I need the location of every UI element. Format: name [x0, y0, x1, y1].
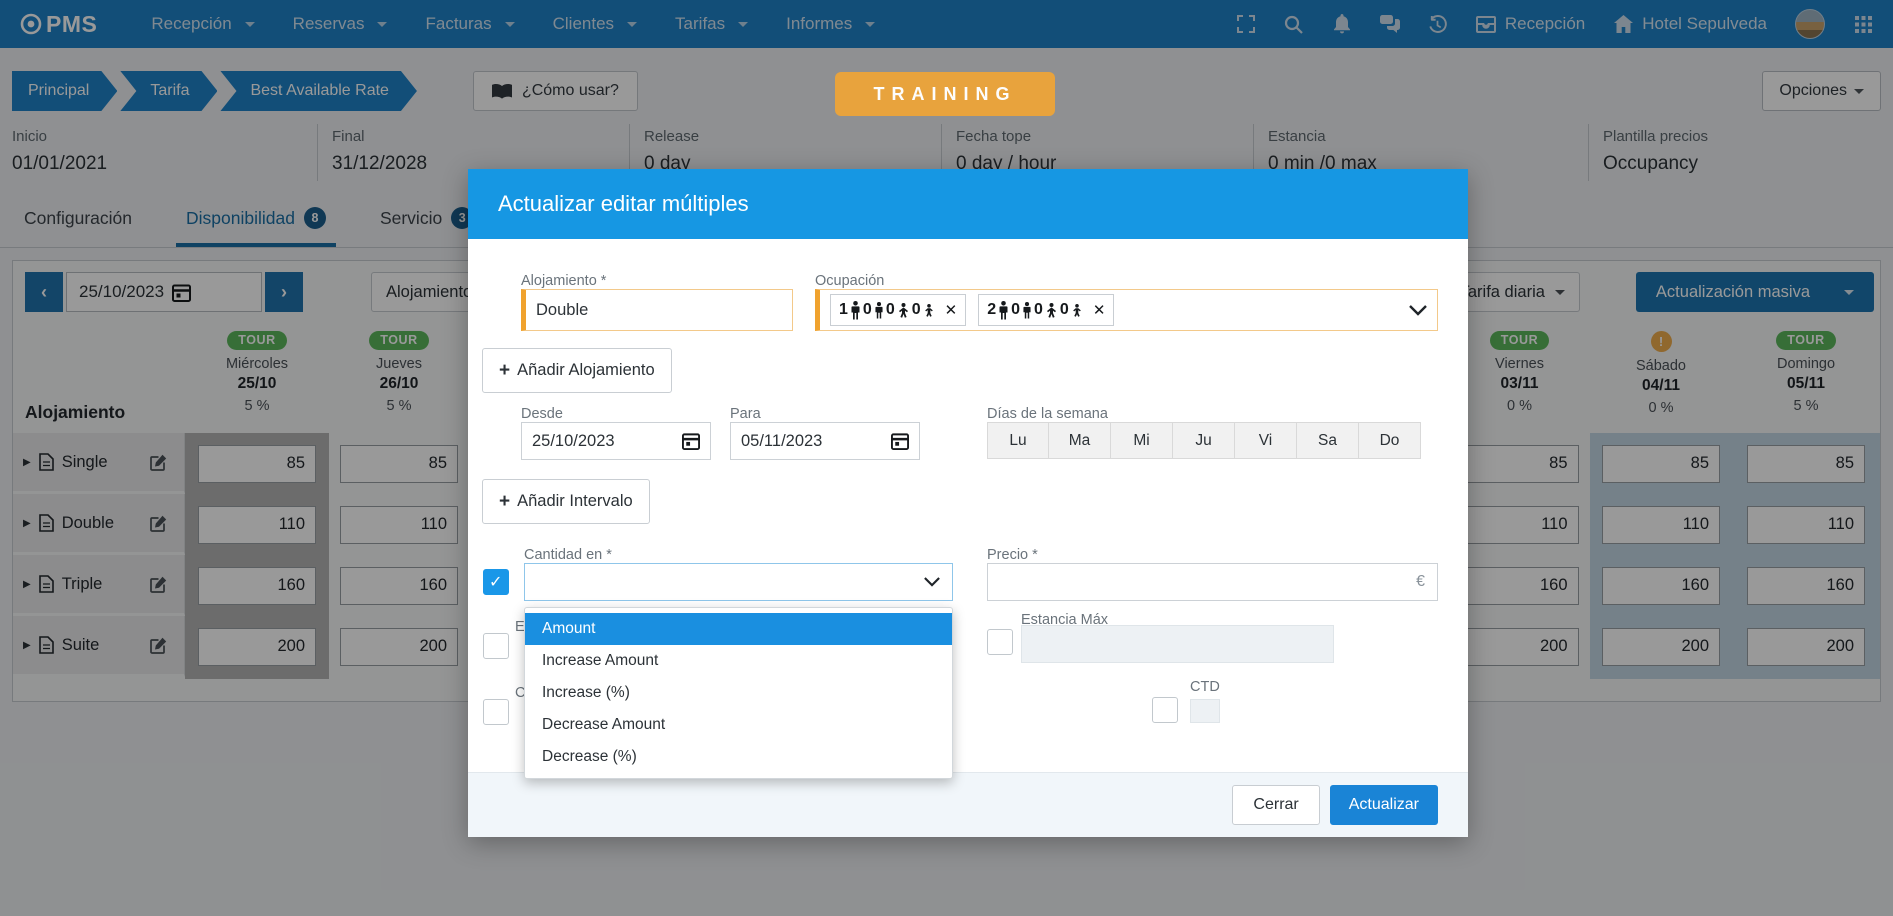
weekday-do[interactable]: Do: [1359, 422, 1421, 459]
option-increase-amount[interactable]: Increase Amount: [525, 645, 952, 677]
estancia-row-checkbox[interactable]: [483, 633, 509, 659]
estancia-max-checkbox[interactable]: [987, 629, 1013, 655]
infant-icon: [924, 304, 934, 317]
adult-small-icon: [1023, 302, 1031, 319]
calendar-icon: [891, 432, 909, 450]
precio-input[interactable]: €: [987, 563, 1438, 601]
precio-label: Precio *: [987, 547, 1038, 563]
bulk-edit-modal: Actualizar editar múltiples Alojamiento …: [468, 169, 1468, 837]
cta-row-checkbox[interactable]: [483, 699, 509, 725]
occupancy-token[interactable]: 1 0 0 0: [830, 294, 966, 326]
adult-icon: [851, 301, 860, 320]
ctd-checkbox[interactable]: [1152, 697, 1178, 723]
modal-header: Actualizar editar múltiples: [468, 169, 1468, 239]
add-intervalo-button[interactable]: + Añadir Intervalo: [482, 479, 650, 524]
chevron-down-icon: [924, 577, 940, 587]
weekday-vi[interactable]: Vi: [1235, 422, 1297, 459]
desde-label: Desde: [521, 406, 563, 422]
infant-icon: [1072, 304, 1082, 317]
option-amount[interactable]: Amount: [525, 613, 952, 645]
occupancy-token[interactable]: 2 0 0 0: [978, 294, 1114, 326]
euro-suffix: €: [1416, 573, 1425, 591]
ctd-label: CTD: [1190, 679, 1220, 695]
desde-date-input[interactable]: 25/10/2023: [521, 422, 711, 460]
weekday-buttons: Lu Ma Mi Ju Vi Sa Do: [987, 422, 1421, 459]
weekday-ju[interactable]: Ju: [1173, 422, 1235, 459]
actualizar-button[interactable]: Actualizar: [1330, 785, 1438, 825]
cantidad-en-dropdown-menu: Amount Increase Amount Increase (%) Decr…: [524, 607, 953, 779]
app-root: PMS Recepción Reservas Facturas Clientes…: [0, 0, 1893, 916]
alojamiento-label: Alojamiento *: [521, 273, 606, 289]
para-date-input[interactable]: 05/11/2023: [730, 422, 920, 460]
estancia-max-input[interactable]: [1021, 625, 1334, 663]
dias-semana-label: Días de la semana: [987, 406, 1108, 422]
child-icon: [1046, 303, 1057, 318]
adult-small-icon: [875, 302, 883, 319]
cantidad-en-label: Cantidad en *: [524, 547, 612, 563]
child-icon: [898, 303, 909, 318]
cerrar-button[interactable]: Cerrar: [1232, 785, 1319, 825]
option-decrease-percent[interactable]: Decrease (%): [525, 741, 952, 773]
remove-token-icon[interactable]: [1093, 301, 1106, 319]
weekday-lu[interactable]: Lu: [987, 422, 1049, 459]
para-label: Para: [730, 406, 761, 422]
alojamiento-field[interactable]: Double: [521, 289, 793, 331]
option-decrease-amount[interactable]: Decrease Amount: [525, 709, 952, 741]
ctd-value-box: [1190, 699, 1220, 723]
modal-footer: Cerrar Actualizar: [468, 772, 1468, 837]
remove-token-icon[interactable]: [945, 301, 958, 319]
cantidad-en-select[interactable]: [524, 563, 953, 601]
calendar-icon: [682, 432, 700, 450]
modal-title: Actualizar editar múltiples: [498, 191, 749, 217]
ocupacion-multiselect[interactable]: 1 0 0 0 2 0 0 0: [815, 289, 1438, 331]
weekday-sa[interactable]: Sa: [1297, 422, 1359, 459]
option-increase-percent[interactable]: Increase (%): [525, 677, 952, 709]
training-environment-ribbon: TRAINING: [835, 72, 1055, 116]
weekday-ma[interactable]: Ma: [1049, 422, 1111, 459]
adult-icon: [999, 301, 1008, 320]
price-row-checkbox[interactable]: [483, 569, 509, 595]
ocupacion-label: Ocupación: [815, 273, 884, 289]
add-alojamiento-button[interactable]: + Añadir Alojamiento: [482, 348, 672, 393]
chevron-down-icon: [1409, 305, 1427, 316]
weekday-mi[interactable]: Mi: [1111, 422, 1173, 459]
